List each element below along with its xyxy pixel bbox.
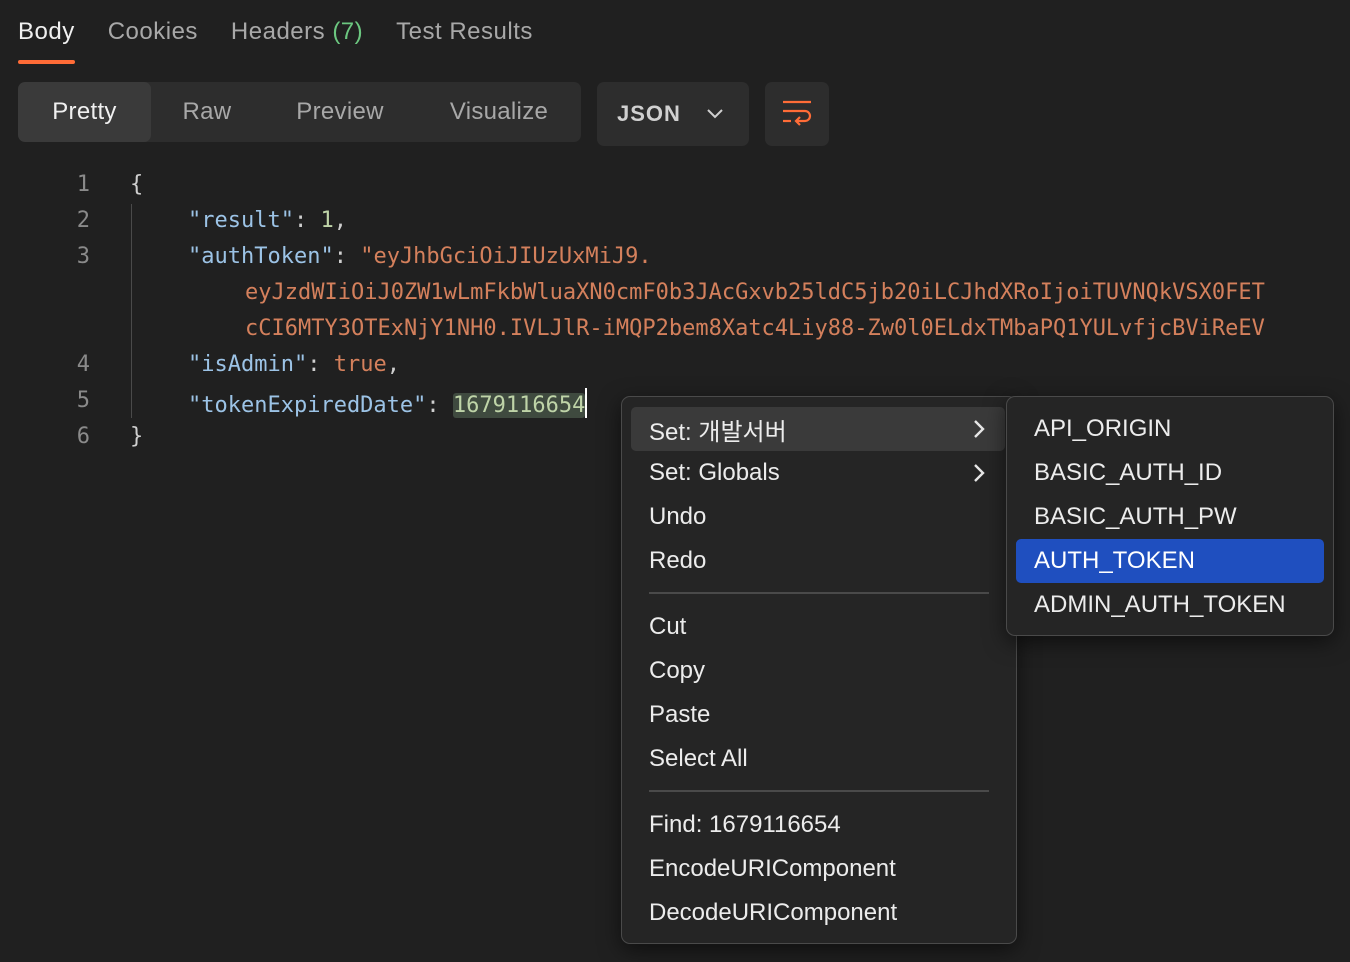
menu-item-copy[interactable]: Copy [631, 649, 1005, 693]
submenu-item-basic-auth-id[interactable]: BASIC_AUTH_ID [1016, 451, 1324, 495]
menu-item-label: Set: Globals [649, 459, 780, 486]
menu-item-paste[interactable]: Paste [631, 693, 1005, 737]
json-boolean: true [333, 352, 387, 377]
view-pretty-button[interactable]: Pretty [18, 82, 151, 142]
code-line-1: { [130, 172, 143, 197]
menu-item-label: Select All [649, 745, 748, 772]
line-number: 1 [76, 172, 90, 197]
tab-headers[interactable]: Headers (7) [231, 0, 363, 66]
tab-body[interactable]: Body [18, 0, 75, 66]
menu-item-label: Find: 1679116654 [649, 811, 841, 838]
json-key: "tokenExpiredDate" [188, 393, 427, 418]
tab-body-label: Body [18, 18, 75, 45]
code-line-4: "isAdmin": true, [188, 352, 400, 377]
line-number: 6 [76, 424, 90, 449]
json-string: "eyJhbGciOiJIUzUxMiJ9. [360, 244, 652, 269]
submenu-item-label: BASIC_AUTH_ID [1034, 459, 1223, 486]
menu-item-label: Copy [649, 657, 706, 684]
menu-item-redo[interactable]: Redo [631, 539, 1005, 583]
tab-test-results[interactable]: Test Results [396, 0, 533, 66]
submenu-item-auth-token[interactable]: AUTH_TOKEN [1016, 539, 1324, 583]
headers-count: (7) [332, 18, 364, 45]
menu-item-set-globals[interactable]: Set: Globals [631, 451, 1005, 495]
json-string: eyJzdWIiOiJ0ZW1wLmFkbWluaXN0cmF0b3JAcGxv… [245, 280, 1265, 305]
wrap-lines-button[interactable] [765, 82, 829, 146]
tab-headers-label: Headers [230, 18, 326, 45]
chevron-right-icon [967, 461, 991, 485]
submenu-item-label: API_ORIGIN [1034, 415, 1172, 442]
open-brace: { [130, 172, 144, 197]
code-line-2: "result": 1, [188, 208, 347, 233]
menu-item-label: EncodeURIComponent [649, 855, 896, 882]
json-number: 1 [320, 208, 334, 233]
close-brace: } [130, 424, 144, 449]
menu-item-label: Paste [649, 701, 711, 728]
menu-item-cut[interactable]: Cut [631, 605, 1005, 649]
tab-cookies-label: Cookies [107, 18, 198, 45]
line-number: 2 [76, 208, 90, 233]
json-string: cCI6MTY3OTExNjY1NH0.IVLJlR-iMQP2bem8Xatc… [245, 316, 1265, 341]
view-visualize-button[interactable]: Visualize [417, 82, 581, 142]
json-key: "authToken" [188, 244, 334, 269]
code-line-3-wrap-1: eyJzdWIiOiJ0ZW1wLmFkbWluaXN0cmF0b3JAcGxv… [245, 280, 1265, 305]
menu-divider [649, 790, 989, 792]
submenu-item-label: BASIC_AUTH_PW [1034, 503, 1237, 530]
menu-item-decode-uri[interactable]: DecodeURIComponent [631, 891, 1005, 935]
code-line-5: "tokenExpiredDate": 1679116654 [188, 388, 588, 418]
view-mode-selector: Pretty Raw Preview Visualize [18, 82, 581, 142]
menu-divider [649, 592, 989, 594]
submenu-item-admin-auth-token[interactable]: ADMIN_AUTH_TOKEN [1016, 583, 1324, 627]
context-menu: Set: 개발서버 Set: Globals Undo Redo Cut Cop… [621, 396, 1017, 944]
response-tabs: Body Cookies Headers (7) Test Results [18, 0, 566, 68]
menu-item-encode-uri[interactable]: EncodeURIComponent [631, 847, 1005, 891]
format-dropdown[interactable]: JSON [597, 82, 749, 146]
menu-item-select-all[interactable]: Select All [631, 737, 1005, 781]
menu-item-label: Redo [649, 547, 707, 574]
json-key: "isAdmin" [188, 352, 308, 377]
menu-item-set-environment[interactable]: Set: 개발서버 [631, 407, 1005, 451]
menu-item-label: Set: 개발서버 [649, 418, 787, 446]
variable-submenu: API_ORIGIN BASIC_AUTH_ID BASIC_AUTH_PW A… [1006, 396, 1334, 636]
view-preview-button[interactable]: Preview [263, 82, 417, 142]
code-line-6: } [130, 424, 143, 449]
format-label: JSON [617, 101, 681, 126]
menu-item-find[interactable]: Find: 1679116654 [631, 803, 1005, 847]
menu-item-label: DecodeURIComponent [649, 899, 898, 926]
selected-text: 1679116654 [452, 393, 586, 418]
wrap-lines-icon [781, 98, 813, 131]
submenu-item-api-origin[interactable]: API_ORIGIN [1016, 407, 1324, 451]
view-raw-button[interactable]: Raw [151, 82, 263, 142]
menu-item-label: Cut [649, 613, 687, 640]
tab-test-results-label: Test Results [396, 18, 533, 45]
tab-cookies[interactable]: Cookies [108, 0, 198, 66]
indent-guide [131, 204, 132, 418]
line-number: 5 [76, 388, 90, 413]
json-key: "result" [188, 208, 294, 233]
line-number: 3 [76, 244, 90, 269]
menu-item-label: Undo [649, 503, 707, 530]
code-line-3-wrap-2: cCI6MTY3OTExNjY1NH0.IVLJlR-iMQP2bem8Xatc… [245, 316, 1265, 341]
code-line-3: "authToken": "eyJhbGciOiJIUzUxMiJ9. [188, 244, 652, 269]
chevron-right-icon [967, 417, 991, 441]
chevron-down-icon [705, 102, 729, 126]
menu-item-undo[interactable]: Undo [631, 495, 1005, 539]
submenu-item-label: AUTH_TOKEN [1034, 547, 1195, 574]
submenu-item-label: ADMIN_AUTH_TOKEN [1034, 591, 1286, 618]
line-number: 4 [76, 352, 90, 377]
text-caret [585, 388, 588, 418]
submenu-item-basic-auth-pw[interactable]: BASIC_AUTH_PW [1016, 495, 1324, 539]
